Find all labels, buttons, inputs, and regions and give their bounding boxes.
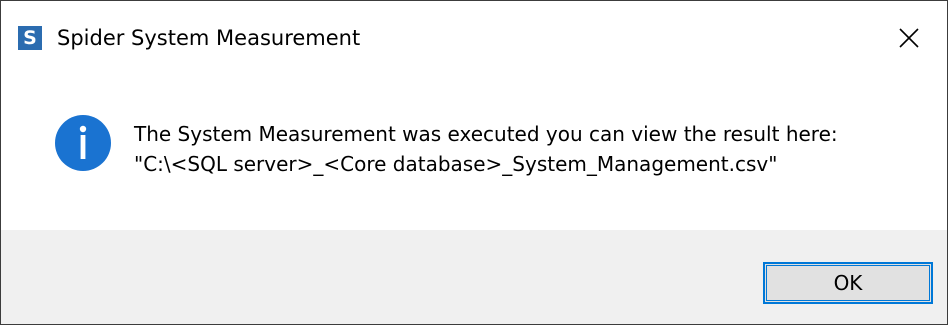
- ok-button-label: OK: [833, 271, 863, 295]
- close-icon: [899, 28, 919, 48]
- close-button[interactable]: [881, 15, 937, 61]
- window-title: Spider System Measurement: [57, 26, 361, 50]
- title-bar[interactable]: S Spider System Measurement: [1, 1, 947, 75]
- message-line-2: "C:\<SQL server>_<Core database>_System_…: [134, 152, 778, 176]
- message-line-1: The System Measurement was executed you …: [134, 122, 838, 146]
- message-dialog: S Spider System Measurement The System M…: [0, 0, 948, 325]
- message-text: The System Measurement was executed you …: [134, 119, 838, 179]
- info-icon: [55, 115, 111, 171]
- ok-button[interactable]: OK: [763, 262, 933, 304]
- button-bar: OK: [1, 230, 947, 324]
- message-area: The System Measurement was executed you …: [1, 75, 947, 230]
- spider-app-icon: S: [18, 26, 42, 50]
